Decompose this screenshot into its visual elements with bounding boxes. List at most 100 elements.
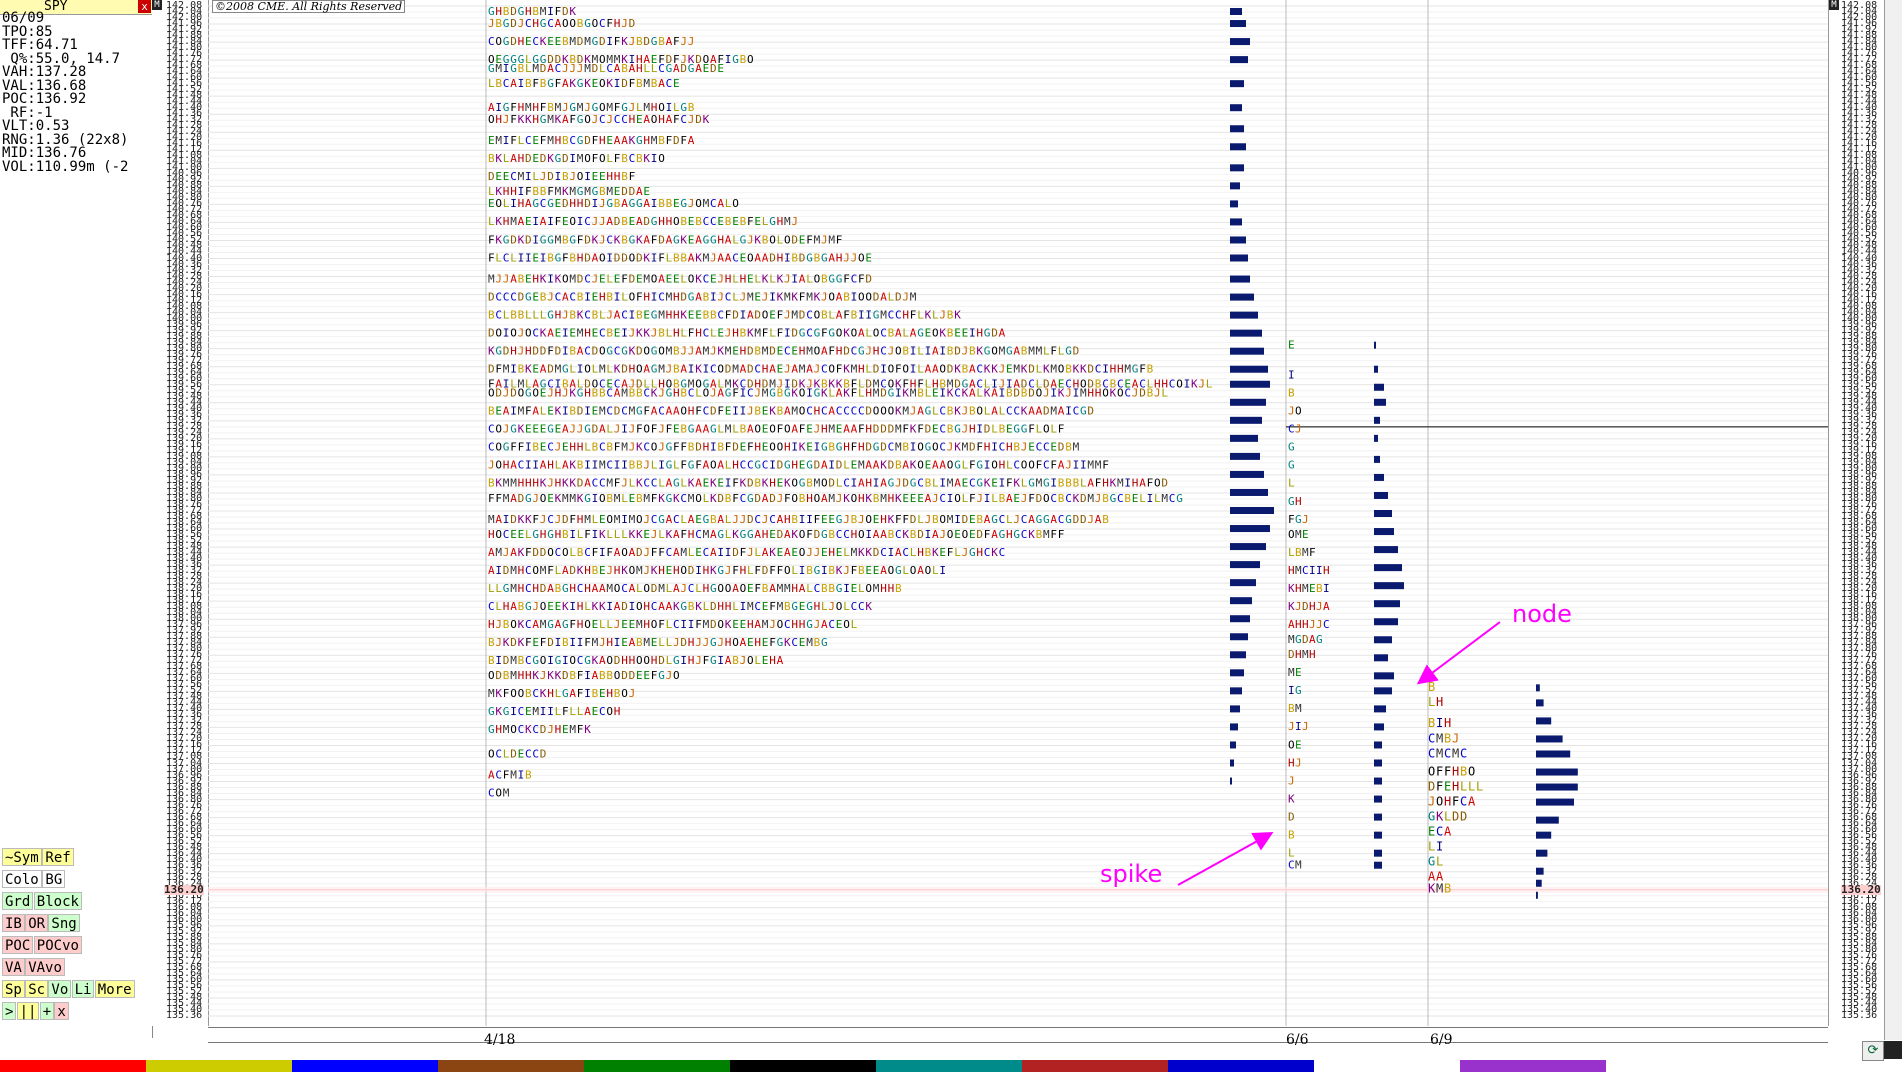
ib-button[interactable]: IB (2, 914, 25, 932)
symref-a-button[interactable]: ~Sym (2, 848, 42, 866)
poc-button[interactable]: POC (2, 936, 34, 954)
tpo-letter: G (547, 197, 554, 210)
tpo-letter: J (932, 492, 939, 505)
grd-button[interactable]: Grd (2, 892, 34, 910)
tpo-letter: G (629, 197, 636, 210)
price-axis-right[interactable]: M 142.08 142.04 142.00 141.96 141.92 141.88 14… (1828, 0, 1885, 1026)
nav-close-button[interactable]: x (54, 1002, 69, 1020)
price-axis-left[interactable]: M 142.08 142.04 142.00 141.96 141.92 141.88 14… (152, 0, 209, 1026)
tpo-letter: H (1087, 387, 1094, 400)
tpo-letter: H (976, 546, 983, 559)
va-button[interactable]: VA (2, 958, 25, 976)
tpo-letter: I (606, 600, 613, 613)
block-button[interactable]: Block (33, 892, 82, 910)
tpo-letter: H (732, 326, 739, 339)
volume-bar (1230, 416, 1262, 424)
tpo-letter: B (495, 77, 502, 90)
tpo-letter: D (1028, 387, 1035, 400)
tpo-letter: J (703, 636, 710, 649)
tpo-letter: L (1161, 387, 1168, 400)
tpo-letter: H (503, 215, 510, 228)
axis-menu-icon-right[interactable]: M (1829, 0, 1839, 10)
tpo-letter: A (740, 636, 747, 649)
volume-bar (1536, 735, 1563, 743)
tpo-letter: F (540, 134, 547, 147)
tpo-letter: E (962, 326, 969, 339)
tpo-letter: C (939, 441, 946, 454)
symref-b-button[interactable]: Ref (42, 848, 74, 866)
tpo-letter: L (651, 459, 658, 472)
tpo-letter: K (843, 492, 850, 505)
nav-next-button[interactable]: > (2, 1002, 17, 1020)
tpo-letter: O (1021, 459, 1028, 472)
vavo-button[interactable]: VAvo (25, 958, 65, 976)
tpo-letter: A (836, 387, 843, 400)
tpo-letter: K (525, 513, 532, 526)
close-icon[interactable]: x (138, 0, 151, 13)
tpo-letter: I (592, 459, 599, 472)
tpo-letter: E (495, 405, 502, 418)
tpo-letter: I (577, 636, 584, 649)
tpo-letter: B (606, 290, 613, 303)
tpo-letter: A (880, 290, 887, 303)
copyright-text: ©2008 CME. All Rights Reserved (212, 0, 406, 13)
sc-button[interactable]: Sc (25, 980, 49, 998)
sng-button[interactable]: Sng (48, 914, 80, 932)
tpo-letter: D (584, 233, 591, 246)
refresh-icon[interactable]: ⟳ (1862, 1041, 1884, 1061)
tpo-letter: L (1154, 492, 1161, 505)
tpo-letter: O (592, 17, 599, 30)
tpo-letter: M (518, 405, 525, 418)
nav-plus-button[interactable]: + (39, 1002, 55, 1020)
tpo-letter: O (643, 582, 650, 595)
volume-bar (1374, 491, 1388, 499)
tpo-letter: D (762, 564, 769, 577)
tpo-letter: I (592, 492, 599, 505)
info-panel: SPY x 06/09 TPO:85 TFF:64.71 Q%:55.0, 14.7… (0, 0, 153, 1038)
tpo-letter: O (1154, 477, 1161, 490)
pocvo-button[interactable]: POCvo (33, 936, 82, 954)
tpo-letter: I (740, 405, 747, 418)
tpo-letter: A (1323, 600, 1330, 613)
or-button[interactable]: OR (25, 914, 49, 932)
bg-button[interactable]: BG (42, 870, 66, 888)
date-bar[interactable] (208, 1027, 1828, 1043)
tpo-letter: A (932, 528, 939, 541)
tpo-letter: F (695, 405, 702, 418)
tpo-letter: L (806, 272, 813, 285)
tpo-letter: E (495, 170, 502, 183)
more-button[interactable]: More (94, 980, 135, 998)
tpo-letter: C (651, 513, 658, 526)
tpo-letter: A (725, 654, 732, 667)
axis-menu-icon[interactable]: M (152, 0, 162, 10)
colo-button[interactable]: Colo (2, 870, 42, 888)
corner-handle-icon[interactable] (1884, 1041, 1902, 1059)
tpo-letter: C (1036, 441, 1043, 454)
tpo-letter: F (777, 308, 784, 321)
tpo-letter: J (1198, 378, 1205, 391)
tpo-letter: D (1302, 633, 1309, 646)
tpo-letter: G (1428, 809, 1435, 823)
tpo-letter: J (569, 170, 576, 183)
tpo-letter: B (1102, 492, 1109, 505)
tpo-letter: L (754, 546, 761, 559)
vo-button[interactable]: Vo (48, 980, 72, 998)
tpo-letter: M (651, 134, 658, 147)
tpo-letter: O (710, 459, 717, 472)
volume-bar (1230, 164, 1244, 172)
tpo-letter: L (599, 62, 606, 75)
tpo-letter: M (643, 636, 650, 649)
tpo-letter: J (1316, 600, 1323, 613)
tpo-letter: J (599, 636, 606, 649)
chart-area[interactable]: GHBDGHBMIFDKJBGDJCHGCAOOBGOCFHJDCOGDHECK… (208, 0, 1828, 1026)
sp-button[interactable]: Sp (2, 980, 25, 998)
tpo-letter: J (732, 513, 739, 526)
tpo-letter: H (821, 423, 828, 436)
tpo-letter: J (629, 35, 636, 48)
tpo-letter: J (680, 582, 687, 595)
tpo-letter: H (569, 582, 576, 595)
vertical-scrollbar[interactable] (1884, 0, 1902, 1040)
li-button[interactable]: Li (71, 980, 95, 998)
tpo-letter: I (851, 290, 858, 303)
nav-bars-button[interactable]: || (16, 1002, 40, 1020)
